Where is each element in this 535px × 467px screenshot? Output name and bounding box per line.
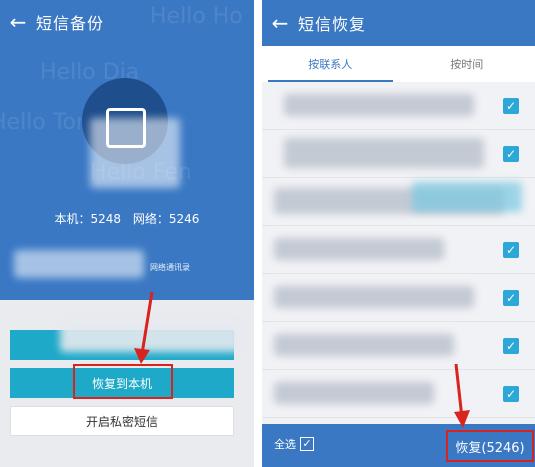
back-arrow-icon[interactable]: ← (262, 1, 298, 45)
checkbox-checked-icon[interactable]: ✓ (503, 146, 519, 162)
list-item[interactable] (262, 180, 535, 226)
highlight-box (73, 364, 173, 399)
screen-divider (254, 0, 262, 467)
checkbox-checked-icon[interactable]: ✓ (503, 386, 519, 402)
blurred-contact (284, 94, 474, 116)
checkbox-checked-icon[interactable]: ✓ (300, 437, 314, 451)
contact-list: ✓ ✓ ✓ ✓ ✓ ✓ (262, 84, 535, 424)
sms-backup-screen: Hello Ho Hello Dia Hello Tor Hello Fen ←… (0, 0, 254, 467)
list-item[interactable]: ✓ (262, 84, 535, 130)
bg-decoration: Hello Tor (0, 110, 85, 135)
blurred-region (14, 250, 144, 278)
page-title: 短信备份 (36, 14, 105, 33)
bottom-bar: 全选 ✓ 恢复(5246) (262, 424, 535, 467)
blurred-contact (274, 286, 474, 308)
tab-by-time[interactable]: 按时间 (399, 46, 535, 82)
app-bar: ← 短信备份 (0, 0, 254, 44)
blurred-contact (274, 334, 454, 356)
private-sms-button[interactable]: 开启私密短信 (10, 406, 234, 436)
list-item[interactable]: ✓ (262, 276, 535, 322)
highlight-box (446, 430, 534, 462)
local-count: 本机：5248 (54, 212, 122, 226)
checkbox-checked-icon[interactable]: ✓ (503, 242, 519, 258)
hero-panel: Hello Ho Hello Dia Hello Tor Hello Fen ←… (0, 0, 254, 300)
list-item[interactable]: ✓ (262, 372, 535, 418)
sms-restore-screen: ← 短信恢复 按联系人 按时间 ✓ ✓ ✓ ✓ ✓ ✓ 全选 ✓ 恢复(5246… (262, 0, 535, 467)
sms-counts: 本机：5248 网络：5246 (0, 210, 254, 227)
checkbox-checked-icon[interactable]: ✓ (503, 290, 519, 306)
blurred-contact (274, 238, 444, 260)
blurred-contact (284, 138, 484, 168)
page-title: 短信恢复 (298, 15, 367, 34)
select-all-label: 全选 (274, 438, 296, 451)
back-arrow-icon[interactable]: ← (0, 0, 36, 44)
list-item[interactable]: ✓ (262, 324, 535, 370)
red-arrow-icon (134, 291, 154, 364)
app-bar: ← 短信恢复 (262, 0, 535, 46)
list-item[interactable]: ✓ (262, 132, 535, 178)
network-count: 网络：5246 (132, 212, 200, 226)
checkbox-checked-icon[interactable]: ✓ (503, 338, 519, 354)
blurred-region (90, 118, 180, 188)
blurred-contact (274, 382, 434, 404)
select-all-toggle[interactable]: 全选 ✓ (274, 436, 314, 452)
tab-by-contact[interactable]: 按联系人 (262, 46, 399, 82)
checkbox-checked-icon[interactable]: ✓ (503, 98, 519, 114)
list-item[interactable]: ✓ (262, 228, 535, 274)
red-arrow-icon (454, 363, 470, 428)
tab-bar: 按联系人 按时间 (262, 46, 535, 82)
blurred-region (412, 182, 522, 212)
network-contacts-note: 网络通讯录 (150, 263, 190, 272)
